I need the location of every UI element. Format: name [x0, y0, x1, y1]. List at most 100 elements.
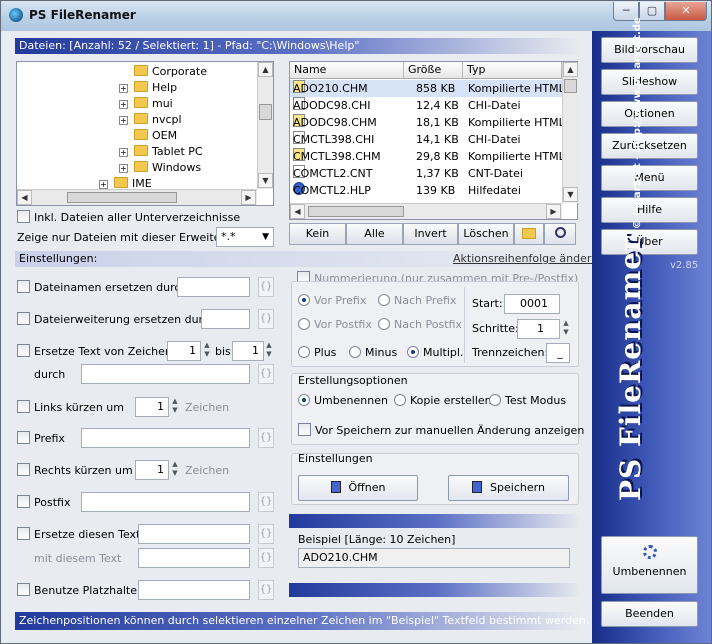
folder-tree[interactable]: Corporate + Help + mui + nvcpl OEM + Tablet …	[16, 61, 274, 206]
table-row[interactable]: ADO210.CHM 858 KB Kompilierte HTML-H	[290, 80, 577, 97]
rename-button[interactable]: Umbenennen	[601, 536, 698, 594]
action-order-link[interactable]: Aktionsreihenfolge ändern	[453, 251, 598, 267]
tree-hscroll[interactable]: ◀ ▶	[17, 189, 257, 205]
expand-icon[interactable]: +	[119, 148, 128, 157]
scroll-up-icon[interactable]: ▲	[563, 62, 578, 77]
scroll-down-icon[interactable]: ▼	[258, 173, 273, 188]
checkbox[interactable]	[17, 312, 30, 325]
open-folder-button[interactable]	[514, 223, 544, 245]
replace-filename-input[interactable]	[177, 277, 250, 297]
tree-item[interactable]: + Windows	[119, 160, 201, 176]
spinner-icon[interactable]: ▲ ▼	[202, 341, 212, 361]
scroll-right-icon[interactable]: ▶	[546, 204, 561, 219]
quit-button[interactable]: Beenden	[601, 601, 698, 627]
checkbox[interactable]	[17, 527, 30, 540]
search-text-input[interactable]	[138, 524, 250, 544]
show-before-save-option[interactable]: Vor Speichern zur manuellen Änderung anz…	[298, 423, 584, 439]
table-row[interactable]: CMCTL398.CHM 29,8 KB Kompilierte HTML-H	[290, 148, 577, 165]
scroll-left-icon[interactable]: ◀	[17, 190, 32, 205]
placeholder-button[interactable]: {}	[258, 548, 274, 568]
radio[interactable]	[394, 394, 406, 406]
checkbox[interactable]	[17, 463, 30, 476]
table-row[interactable]: ADODC98.CHM 18,1 KB Kompilierte HTML-H	[290, 114, 577, 131]
column-header-name[interactable]: Name	[290, 62, 404, 79]
scroll-left-icon[interactable]: ◀	[290, 204, 305, 219]
trim-right-option[interactable]: Rechts kürzen um	[17, 463, 133, 479]
postfix-input[interactable]	[81, 492, 250, 512]
tree-item[interactable]: + Tablet PC	[119, 144, 203, 160]
scroll-right-icon[interactable]: ▶	[241, 190, 256, 205]
scroll-thumb[interactable]	[308, 206, 404, 217]
separator-input[interactable]: _	[546, 343, 570, 363]
select-all-button[interactable]: Alle	[346, 223, 403, 245]
to-char-input[interactable]: 1	[232, 341, 264, 361]
scroll-thumb[interactable]	[564, 79, 577, 93]
prefix-input[interactable]	[81, 428, 250, 448]
expand-icon[interactable]: +	[119, 164, 128, 173]
file-list[interactable]: Name Größe Typ ADO210.CHM 858 KB Kompilier…	[289, 61, 578, 220]
placeholder-button[interactable]: {}	[258, 277, 274, 297]
scroll-thumb[interactable]	[259, 104, 272, 120]
placeholder-button[interactable]: {}	[258, 524, 274, 544]
radio[interactable]	[378, 294, 390, 306]
radio[interactable]	[298, 318, 310, 330]
close-button[interactable]: ✕	[665, 2, 707, 21]
placeholder-input[interactable]	[138, 580, 250, 600]
postfix-option[interactable]: Postfix	[17, 495, 70, 511]
checkbox[interactable]	[17, 280, 30, 293]
include-subdirs-checkbox[interactable]: Inkl. Dateien aller Unterverzeichnisse	[17, 210, 240, 226]
steps-input[interactable]: 1	[517, 319, 560, 339]
title-bar[interactable]: PS FileRenamer ─ ▢ ✕	[1, 1, 711, 31]
checkbox[interactable]	[17, 431, 30, 444]
spinner-icon[interactable]: ▲ ▼	[561, 319, 571, 339]
scroll-down-icon[interactable]: ▼	[563, 187, 578, 202]
minus-radio[interactable]: Minus	[349, 345, 397, 361]
tree-item[interactable]: OEM	[119, 128, 177, 144]
plus-radio[interactable]: Plus	[298, 345, 336, 361]
radio[interactable]	[349, 346, 361, 358]
spinner-icon[interactable]: ▲ ▼	[264, 341, 274, 361]
checkbox[interactable]	[17, 400, 30, 413]
checkbox[interactable]	[298, 423, 311, 436]
example-field[interactable]: ADO210.CHM	[298, 548, 570, 568]
radio[interactable]	[489, 394, 501, 406]
multipl-radio[interactable]: Multipl.	[407, 345, 463, 361]
nach-prefix-radio[interactable]: Nach Prefix	[378, 293, 456, 309]
placeholder-button[interactable]: {}	[258, 492, 274, 512]
tree-vscroll[interactable]: ▲ ▼	[257, 62, 273, 189]
trim-right-input[interactable]: 1	[135, 460, 169, 480]
nach-postfix-radio[interactable]: Nach Postfix	[378, 317, 462, 333]
ext-filter-select[interactable]: *.* ▼	[216, 227, 274, 247]
table-row[interactable]: ADODC98.CHI 12,4 KB CHI-Datei	[290, 97, 562, 114]
expand-icon[interactable]: +	[99, 180, 108, 189]
table-row[interactable]: CMCTL398.CHI 14,1 KB CHI-Datei	[290, 131, 562, 148]
column-header-size[interactable]: Größe	[404, 62, 463, 79]
tree-item[interactable]: + nvcpl	[119, 112, 182, 128]
radio[interactable]	[298, 294, 310, 306]
tree-item[interactable]: Corporate	[119, 64, 207, 80]
vor-prefix-radio[interactable]: Vor Prefix	[298, 293, 366, 309]
replace-ext-input[interactable]	[201, 309, 250, 329]
radio[interactable]	[378, 318, 390, 330]
table-row[interactable]: COMCTL2.CNT 1,37 KB CNT-Datei	[290, 165, 562, 182]
from-char-input[interactable]: 1	[167, 341, 201, 361]
expand-icon[interactable]: +	[119, 84, 128, 93]
replace-ext-option[interactable]: Dateierweiterung ersetzen durch	[17, 312, 216, 328]
save-settings-button[interactable]: Speichern	[448, 475, 569, 501]
scroll-up-icon[interactable]: ▲	[258, 62, 273, 77]
replace-filename-option[interactable]: Dateinamen ersetzen durch	[17, 280, 187, 296]
vor-postfix-radio[interactable]: Vor Postfix	[298, 317, 372, 333]
use-placeholder-option[interactable]: Benutze Platzhalter	[17, 583, 142, 599]
list-hscroll[interactable]: ◀ ▶	[290, 203, 562, 219]
start-input[interactable]: 0001	[504, 294, 560, 314]
prefix-option[interactable]: Prefix	[17, 431, 65, 447]
rename-mode-radio[interactable]: Umbenennen	[298, 393, 388, 409]
search-button[interactable]	[544, 223, 576, 245]
invert-selection-button[interactable]: Invert	[403, 223, 458, 245]
column-header-type[interactable]: Typ	[463, 62, 562, 79]
select-none-button[interactable]: Kein	[289, 223, 346, 245]
placeholder-button[interactable]: {}	[258, 428, 274, 448]
radio[interactable]	[407, 346, 419, 358]
replace-text-from-option[interactable]: Ersetze Text von Zeichen	[17, 344, 172, 360]
trim-left-option[interactable]: Links kürzen um	[17, 400, 124, 416]
